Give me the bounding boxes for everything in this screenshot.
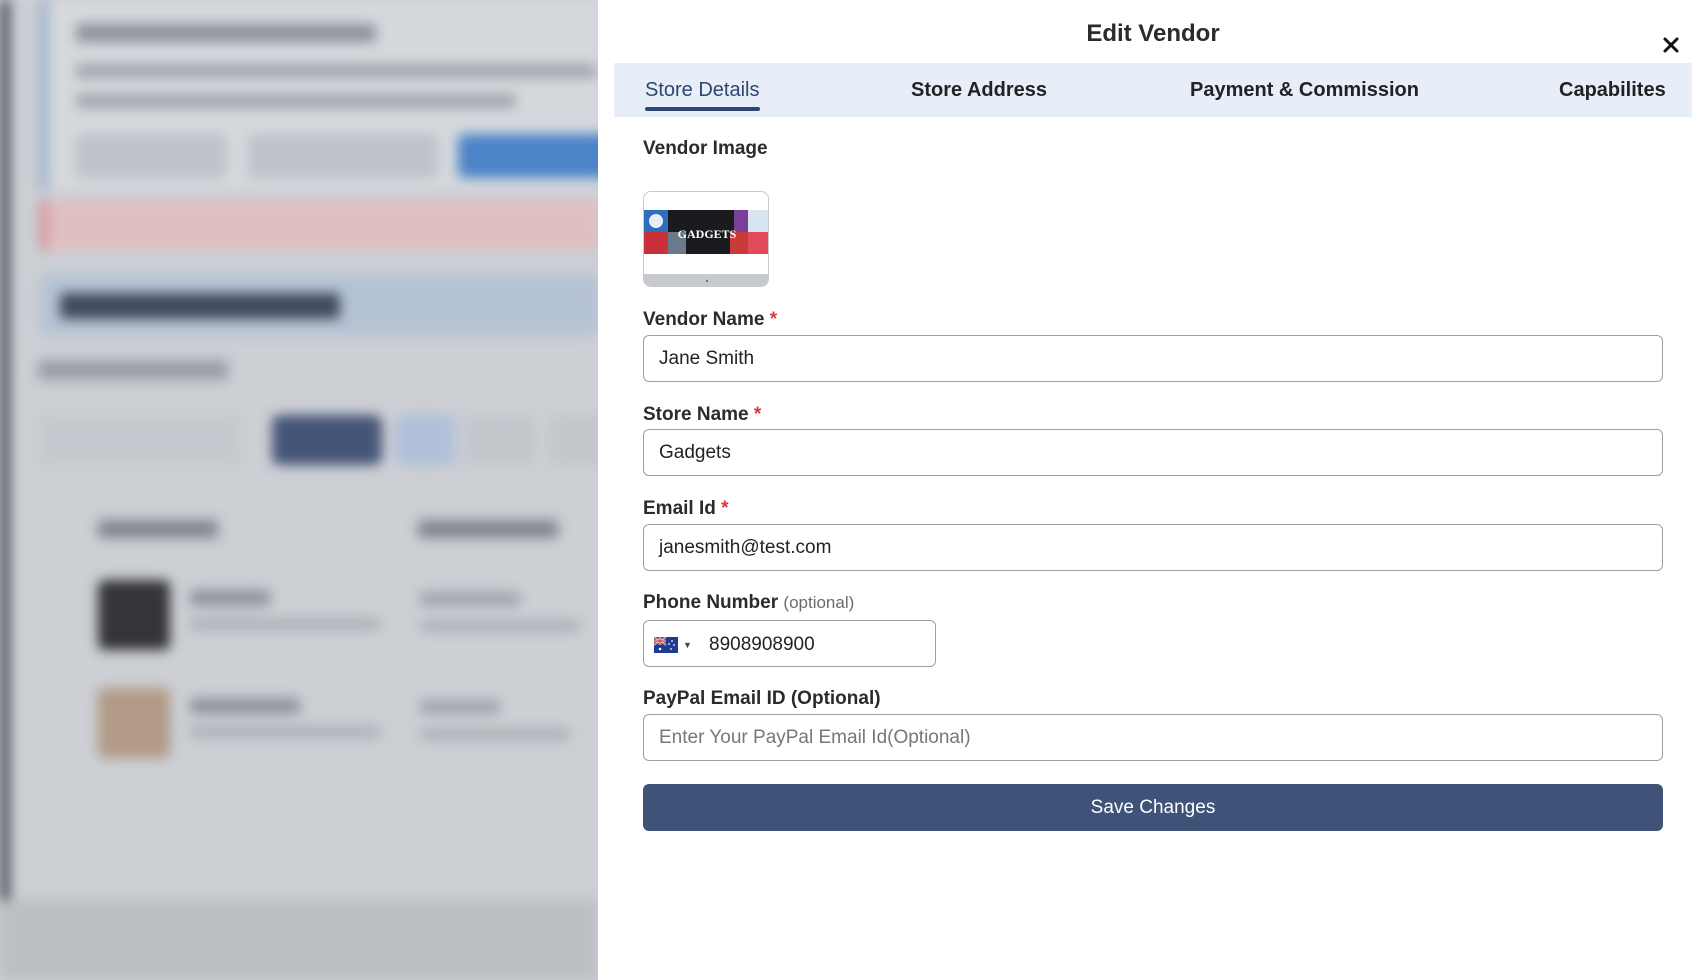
phone-number-field: ▼ 8908908900 — [643, 620, 936, 667]
tab-bar: Store Details Store Address Payment & Co… — [614, 63, 1692, 117]
store-name-value: Gadgets — [659, 441, 731, 463]
vendor-name-label: Vendor Name * — [643, 309, 777, 331]
paypal-placeholder: Enter Your PayPal Email Id(Optional) — [659, 726, 971, 748]
australia-flag-icon — [654, 637, 678, 653]
tab-store-address[interactable]: Store Address — [911, 63, 1047, 117]
required-mark: * — [753, 404, 762, 425]
vendor-name-label-text: Vendor Name — [643, 309, 765, 330]
email-value: janesmith@test.com — [659, 536, 832, 558]
email-input[interactable]: janesmith@test.com — [643, 524, 1663, 571]
store-name-input[interactable]: Gadgets — [643, 429, 1663, 476]
paypal-email-input[interactable]: Enter Your PayPal Email Id(Optional) — [643, 714, 1663, 761]
optional-note: (optional) — [783, 593, 855, 612]
vendor-image-upload[interactable]: GADGETS — [643, 191, 769, 287]
vendor-name-value: Jane Smith — [659, 347, 755, 369]
phone-label: Phone Number (optional) — [643, 592, 854, 614]
tab-capabilities[interactable]: Capabilites — [1559, 63, 1666, 117]
email-label-text: Email Id — [643, 498, 716, 519]
paypal-label: PayPal Email ID (Optional) — [643, 688, 881, 709]
store-name-label-text: Store Name — [643, 404, 749, 425]
email-label: Email Id * — [643, 498, 729, 520]
edit-vendor-modal: Edit Vendor Store Details Store Address … — [598, 0, 1699, 980]
required-mark: * — [721, 498, 729, 519]
close-icon — [1663, 37, 1679, 53]
vendor-image-label: Vendor Image — [643, 138, 768, 159]
phone-label-text: Phone Number — [643, 592, 779, 613]
phone-number-input[interactable]: 8908908900 — [709, 621, 815, 668]
save-changes-button[interactable]: Save Changes — [643, 784, 1663, 831]
background-page — [0, 0, 598, 980]
chevron-down-icon: ▼ — [683, 640, 692, 650]
close-button[interactable] — [1658, 32, 1684, 58]
vendor-image-thumbnail: GADGETS — [644, 192, 768, 286]
required-mark: * — [769, 309, 778, 330]
tab-store-details[interactable]: Store Details — [645, 63, 760, 117]
tab-payment-commission[interactable]: Payment & Commission — [1190, 63, 1419, 117]
vendor-image-text: GADGETS — [678, 227, 737, 241]
modal-backdrop[interactable] — [0, 0, 598, 980]
modal-title: Edit Vendor — [1086, 20, 1220, 47]
store-name-label: Store Name * — [643, 404, 761, 426]
vendor-name-input[interactable]: Jane Smith — [643, 335, 1663, 382]
country-code-dropdown[interactable]: ▼ — [654, 636, 702, 654]
